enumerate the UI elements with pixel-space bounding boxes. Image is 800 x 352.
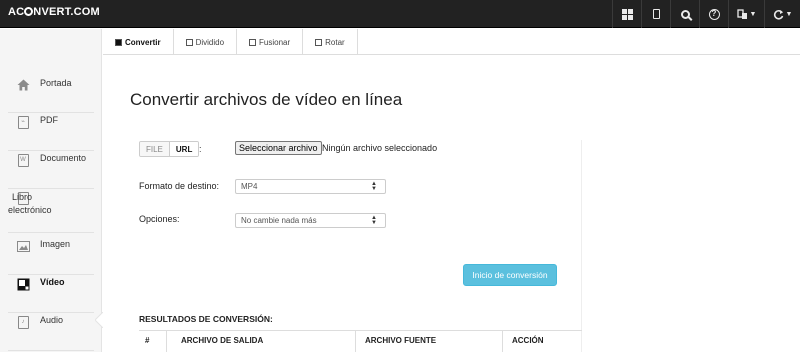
options-select[interactable]: No cambie nada más ▲ ▼ — [235, 213, 386, 228]
sidebar-item-label-wrap: Libro electrónico — [8, 191, 52, 217]
video-icon — [16, 277, 30, 291]
chevron-down-icon: ▼ — [785, 10, 793, 18]
divider — [139, 330, 582, 331]
divider — [502, 331, 503, 352]
sidebar-item-label: Imagen — [40, 239, 71, 249]
square-icon — [249, 38, 257, 46]
sidebar-item-label: Vídeo — [40, 277, 65, 287]
help-icon: ? — [708, 8, 720, 20]
column-header-source-file: ARCHIVO FUENTE — [365, 336, 437, 345]
sidebar-item-portada[interactable]: Portada — [8, 78, 94, 113]
file-source-button[interactable]: FILE — [140, 142, 170, 156]
url-source-button[interactable]: URL — [169, 142, 199, 156]
options-value: No cambie nada más — [241, 216, 317, 225]
tool-tabs: Convertir Dividido Fusionar Rotar — [103, 29, 800, 55]
column-header-number: # — [145, 336, 150, 345]
audio-icon: ♪ — [16, 315, 30, 329]
logo-text-left: AC — [8, 6, 25, 18]
sidebar-item-pdf[interactable]: ⌁ PDF — [8, 115, 94, 151]
divider — [166, 331, 167, 352]
help-button[interactable]: ? — [699, 0, 728, 28]
sidebar-item-label: PDF — [40, 115, 58, 125]
refresh-button[interactable]: ▼ — [764, 0, 800, 28]
top-navbar: AC NVERT.COM ? ▼ ▼ — [0, 0, 800, 28]
sidebar-item-documento[interactable]: W Documento — [8, 153, 94, 189]
tablet-button[interactable] — [641, 0, 670, 28]
tab-label: Convertir — [125, 37, 161, 47]
select-arrows-icon: ▲ ▼ — [371, 181, 377, 192]
tab-rotar[interactable]: Rotar — [303, 29, 358, 55]
file-status-text: Ningún archivo seleccionado — [322, 143, 438, 153]
sidebar-item-video[interactable]: Vídeo — [8, 277, 94, 313]
column-divider — [581, 140, 582, 352]
sidebar-item-libro-electronico[interactable]: Libro electrónico — [8, 191, 94, 233]
sidebar-item-label: Portada — [40, 78, 72, 88]
document-icon: W — [16, 153, 30, 167]
sidebar-item-label-line2: electrónico — [8, 205, 52, 215]
target-format-label: Formato de destino: — [139, 181, 220, 191]
tab-label: Dividido — [195, 37, 225, 47]
square-icon — [185, 38, 193, 46]
page-title: Convertir archivos de vídeo en línea — [130, 90, 403, 109]
pdf-icon: ⌁ — [16, 115, 30, 129]
options-label: Opciones: — [139, 214, 180, 224]
refresh-icon — [773, 9, 783, 20]
sidebar-item-label: Libro — [12, 192, 33, 202]
square-icon — [315, 38, 323, 46]
target-format-value: MP4 — [241, 182, 258, 191]
sidebar-item-audio[interactable]: ♪ Audio — [8, 315, 94, 351]
target-format-select[interactable]: MP4 ▲ ▼ — [235, 179, 386, 194]
logo-text-right: NVERT.COM — [33, 6, 100, 18]
column-header-output-file: ARCHIVO DE SALIDA — [181, 336, 264, 345]
tab-label: Rotar — [325, 37, 345, 47]
search-button[interactable] — [670, 0, 699, 28]
sidebar: Portada ⌁ PDF W Documento Libro electrón… — [0, 29, 103, 352]
column-header-action: ACCIÓN — [512, 336, 544, 345]
site-logo[interactable]: AC NVERT.COM — [8, 6, 100, 18]
logo-ring-icon — [24, 7, 34, 16]
sidebar-item-label: Audio — [40, 315, 64, 325]
tab-label: Fusionar — [259, 37, 291, 47]
language-button[interactable]: ▼ — [728, 0, 764, 28]
language-icon — [736, 8, 747, 19]
search-icon — [680, 9, 690, 19]
image-icon — [16, 239, 30, 253]
chevron-down-icon: ▼ — [749, 10, 757, 18]
tab-fusionar[interactable]: Fusionar — [237, 29, 304, 55]
grid-button[interactable] — [612, 0, 641, 28]
square-icon — [115, 38, 122, 46]
tab-convertir[interactable]: Convertir — [103, 29, 174, 55]
tab-dividido[interactable]: Dividido — [174, 29, 238, 55]
toolbar-icons: ? ▼ ▼ — [612, 0, 800, 28]
active-indicator-arrow — [95, 312, 103, 328]
source-toggle: FILE URL — [139, 141, 200, 157]
sidebar-item-label: Documento — [40, 153, 87, 163]
results-title: RESULTADOS DE CONVERSIÓN: — [139, 314, 273, 324]
sidebar-item-imagen[interactable]: Imagen — [8, 239, 94, 275]
source-colon: : — [199, 144, 202, 154]
divider — [355, 331, 356, 352]
select-arrows-icon: ▲ ▼ — [371, 215, 377, 226]
home-icon — [16, 78, 30, 92]
start-conversion-button[interactable]: Inicio de conversión — [463, 264, 557, 286]
grid-icon — [621, 8, 633, 20]
choose-file-button[interactable]: Seleccionar archivo — [235, 141, 322, 155]
tablet-icon — [652, 9, 660, 19]
